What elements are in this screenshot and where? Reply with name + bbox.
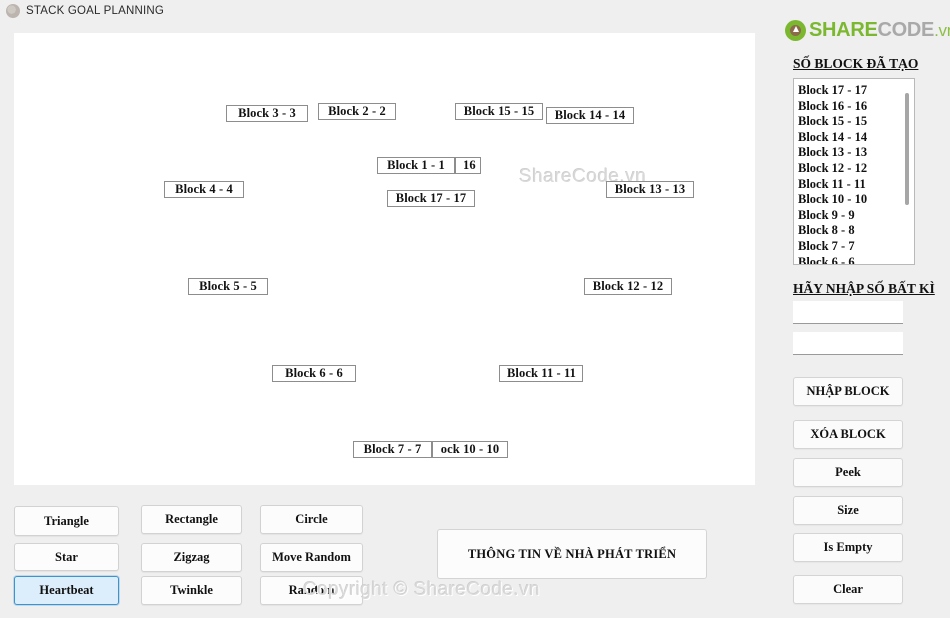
created-blocks-listbox[interactable]: Block 17 - 17 Block 16 - 16 Block 15 - 15 B… (793, 78, 915, 265)
application-window: STACK GOAL PLANNING ShareCode.vn Block 3… (0, 0, 950, 618)
canvas-block[interactable]: Block 12 - 12 (584, 278, 672, 295)
canvas-block[interactable]: Block 7 - 7 (353, 441, 432, 458)
shape-button-triangle[interactable]: Triangle (14, 506, 119, 536)
logo-text-code: CODE (877, 19, 935, 41)
canvas-block[interactable]: 16 (455, 157, 481, 174)
sharecode-logo: SHARE CODE .vn (785, 19, 950, 42)
panel-button-nhập-block[interactable]: NHẬP BLOCK (793, 377, 903, 406)
canvas-block[interactable]: Block 2 - 2 (318, 103, 396, 120)
canvas-block[interactable]: Block 6 - 6 (272, 365, 356, 382)
shape-button-heartbeat[interactable]: Heartbeat (14, 576, 119, 605)
panel-button-is-empty[interactable]: Is Empty (793, 533, 903, 562)
right-panel: SHARE CODE .vn SỐ BLOCK ĐÃ TẠO Block 17 … (780, 0, 950, 618)
panel-button-xóa-block[interactable]: XÓA BLOCK (793, 420, 903, 449)
logo-text-tld: .vn (934, 20, 950, 40)
panel-button-clear[interactable]: Clear (793, 575, 903, 604)
list-item[interactable]: Block 8 - 8 (798, 223, 900, 239)
app-icon (6, 3, 20, 18)
list-item[interactable]: Block 16 - 16 (798, 99, 900, 115)
canvas-block[interactable]: Block 14 - 14 (546, 107, 634, 124)
number-input-two[interactable] (793, 332, 903, 355)
list-item[interactable]: Block 11 - 11 (798, 177, 900, 193)
developer-info-button[interactable]: THÔNG TIN VỀ NHÀ PHÁT TRIỂN (437, 529, 707, 579)
shape-button-random[interactable]: Random (260, 576, 363, 605)
created-blocks-list[interactable]: Block 17 - 17 Block 16 - 16 Block 15 - 15 B… (794, 79, 900, 264)
shape-button-circle[interactable]: Circle (260, 505, 363, 534)
list-item[interactable]: Block 12 - 12 (798, 161, 900, 177)
logo-text-share: SHARE (809, 19, 878, 41)
canvas-block[interactable]: Block 1 - 1 (377, 157, 455, 174)
sharecode-logo-icon (785, 20, 806, 41)
listbox-scrollbar-thumb[interactable] (905, 93, 909, 205)
block-canvas[interactable]: ShareCode.vn Block 3 - 3 Block 2 - 2 Block… (14, 33, 755, 485)
panel-button-peek[interactable]: Peek (793, 458, 903, 487)
list-item[interactable]: Block 17 - 17 (798, 83, 900, 99)
canvas-block[interactable]: Block 11 - 11 (499, 365, 583, 382)
number-input-heading: HÃY NHẬP SỐ BẤT KÌ (793, 281, 935, 296)
list-item[interactable]: Block 13 - 13 (798, 145, 900, 161)
panel-button-size[interactable]: Size (793, 496, 903, 525)
list-item[interactable]: Block 15 - 15 (798, 114, 900, 130)
window-title: STACK GOAL PLANNING (26, 4, 164, 17)
canvas-block[interactable]: Block 3 - 3 (226, 105, 308, 122)
list-item[interactable]: Block 6 - 6 (798, 255, 900, 264)
list-item[interactable]: Block 14 - 14 (798, 130, 900, 146)
list-item[interactable]: Block 10 - 10 (798, 192, 900, 208)
canvas-block[interactable]: ock 10 - 10 (432, 441, 508, 458)
canvas-block[interactable]: Block 17 - 17 (387, 190, 475, 207)
listbox-scrollbar[interactable] (900, 79, 914, 264)
shape-button-star[interactable]: Star (14, 543, 119, 571)
shape-button-move-random[interactable]: Move Random (260, 543, 363, 572)
block-list-heading: SỐ BLOCK ĐÃ TẠO (793, 56, 919, 71)
list-item[interactable]: Block 9 - 9 (798, 208, 900, 224)
number-input-one[interactable] (793, 301, 903, 324)
canvas-block[interactable]: Block 4 - 4 (164, 181, 244, 198)
shape-button-zigzag[interactable]: Zigzag (141, 543, 242, 572)
canvas-block[interactable]: Block 5 - 5 (188, 278, 268, 295)
shape-button-twinkle[interactable]: Twinkle (141, 576, 242, 605)
canvas-block[interactable]: Block 15 - 15 (455, 103, 543, 120)
canvas-block[interactable]: Block 13 - 13 (606, 181, 694, 198)
list-item[interactable]: Block 7 - 7 (798, 239, 900, 255)
shape-button-rectangle[interactable]: Rectangle (141, 505, 242, 534)
